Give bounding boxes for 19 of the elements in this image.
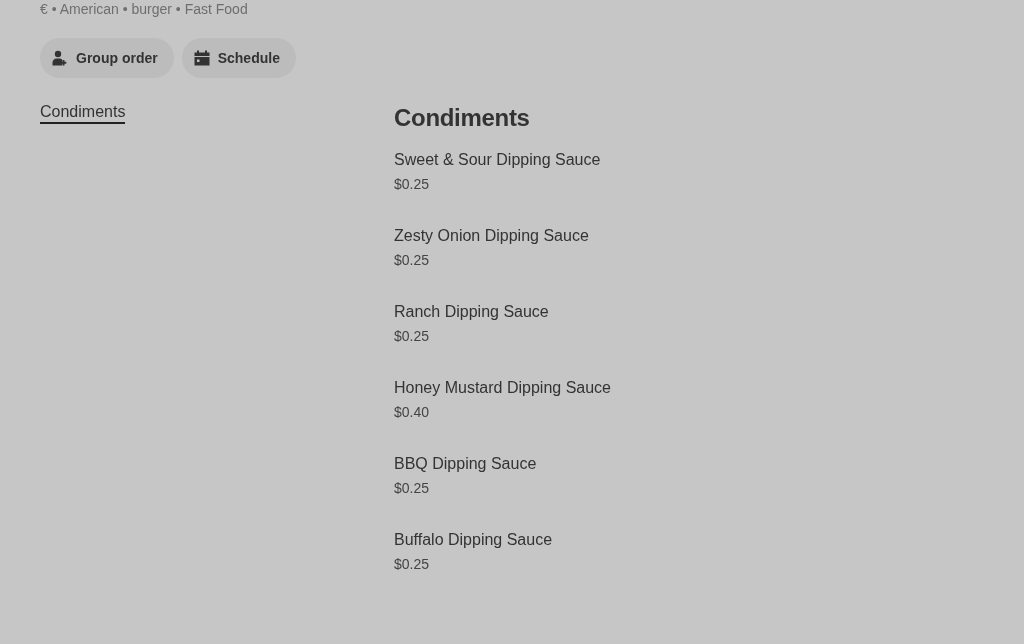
item-name[interactable]: Buffalo Dipping Sauce — [394, 528, 553, 552]
item-name[interactable]: Ranch Dipping Sauce — [394, 300, 549, 324]
group-order-button[interactable]: Group order — [40, 38, 174, 78]
item-name[interactable]: Sweet & Sour Dipping Sauce — [394, 148, 601, 172]
item-price: $0.25 — [394, 175, 430, 194]
calendar-icon — [193, 50, 210, 66]
item-price: $0.25 — [394, 327, 430, 346]
item-price: $0.25 — [394, 479, 430, 498]
category-tab[interactable]: Condiments — [40, 102, 126, 124]
schedule-button[interactable]: Schedule — [181, 38, 296, 78]
item-price: $0.25 — [394, 251, 430, 270]
item-name[interactable]: Zesty Onion Dipping Sauce — [394, 224, 589, 248]
item-name[interactable]: BBQ Dipping Sauce — [394, 452, 537, 476]
person-add-icon — [52, 50, 68, 66]
item-price: $0.25 — [394, 555, 430, 574]
store-meta-text: € • American • burger • Fast Food — [40, 2, 248, 16]
item-name[interactable]: Honey Mustard Dipping Sauce — [394, 376, 611, 400]
item-price: $0.40 — [394, 403, 430, 422]
section-heading: Condiments — [394, 104, 530, 132]
